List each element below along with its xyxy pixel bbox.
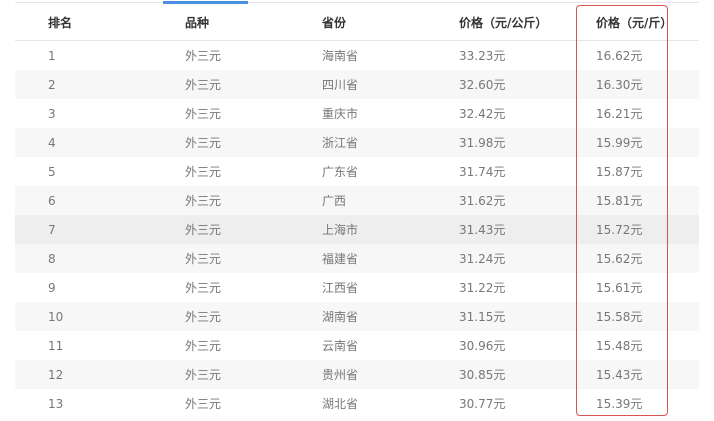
- cell-rank: 7: [15, 215, 152, 244]
- header-rank[interactable]: 排名: [15, 4, 152, 41]
- table-row[interactable]: 11 外三元 云南省 30.96元 15.48元: [15, 331, 699, 360]
- cell-variety: 外三元: [185, 281, 222, 295]
- cell-price-per-jin: 15.61元: [596, 281, 643, 295]
- cell-province: 广西: [289, 186, 426, 215]
- cell-price-per-kg: 31.62元: [426, 186, 563, 215]
- cell-price-per-jin: 16.62元: [596, 49, 643, 63]
- cell-price-per-jin: 15.62元: [563, 244, 699, 273]
- cell-rank: 12: [15, 360, 152, 389]
- cell-price-per-kg: 31.22元: [459, 281, 506, 295]
- cell-variety: 外三元: [152, 186, 289, 215]
- cell-variety: 外三元: [152, 128, 289, 157]
- table-row[interactable]: 3 外三元 重庆市 32.42元 16.21元: [15, 99, 699, 128]
- cell-rank: 10: [15, 302, 152, 331]
- cell-price-per-jin: 15.48元: [596, 339, 643, 353]
- cell-price-per-kg: 31.15元: [426, 302, 563, 331]
- cell-province: 湖南省: [289, 302, 426, 331]
- cell-variety: 外三元: [152, 360, 289, 389]
- header-price-per-jin[interactable]: 价格（元/斤）: [563, 4, 699, 41]
- header-province[interactable]: 省份: [289, 4, 426, 41]
- table-row[interactable]: 5 外三元 广东省 31.74元 15.87元: [15, 157, 699, 186]
- cell-price-per-jin: 15.43元: [563, 360, 699, 389]
- header-row: 排名 品种 省份 价格（元/公斤） 价格（元/斤）: [15, 4, 699, 41]
- cell-price-per-kg: 30.85元: [426, 360, 563, 389]
- cell-province: 湖北省: [322, 397, 359, 411]
- cell-variety: 外三元: [152, 302, 289, 331]
- cell-price-per-jin: 15.81元: [563, 186, 699, 215]
- cell-price-per-kg: 31.98元: [426, 128, 563, 157]
- table-row[interactable]: 8 外三元 福建省 31.24元 15.62元: [15, 244, 699, 273]
- cell-rank: 9: [48, 280, 56, 295]
- table-row[interactable]: 10 外三元 湖南省 31.15元 15.58元: [15, 302, 699, 331]
- cell-rank: 2: [15, 70, 152, 99]
- table-row[interactable]: 13 外三元 湖北省 30.77元 15.39元: [15, 389, 699, 418]
- table-row[interactable]: 9 外三元 江西省 31.22元 15.61元: [15, 273, 699, 302]
- table-row[interactable]: 2 外三元 四川省 32.60元 16.30元: [15, 70, 699, 99]
- cell-rank: 4: [15, 128, 152, 157]
- cell-price-per-jin: 15.72元: [563, 215, 699, 244]
- cell-province: 重庆市: [322, 107, 359, 121]
- cell-rank: 6: [15, 186, 152, 215]
- cell-province: 贵州省: [289, 360, 426, 389]
- cell-price-per-jin: 16.21元: [596, 107, 643, 121]
- table-row[interactable]: 12 外三元 贵州省 30.85元 15.43元: [15, 360, 699, 389]
- cell-variety: 外三元: [185, 397, 222, 411]
- price-ranking-panel: 排名 品种 省份 价格（元/公斤） 价格（元/斤） 1 外三元 海南省 33.23元 1…: [0, 0, 714, 421]
- cell-province: 江西省: [322, 281, 359, 295]
- cell-rank: 5: [48, 164, 56, 179]
- cell-rank: 8: [15, 244, 152, 273]
- cell-price-per-kg: 30.77元: [459, 397, 506, 411]
- table-body: 1 外三元 海南省 33.23元 16.62元 2 外三元 四川省 32.60元 16.30元 3 外…: [15, 41, 699, 419]
- cell-price-per-kg: 32.60元: [426, 70, 563, 99]
- cell-province: 云南省: [322, 339, 359, 353]
- cell-rank: 13: [48, 396, 64, 411]
- cell-price-per-jin: 16.30元: [563, 70, 699, 99]
- cell-variety: 外三元: [152, 70, 289, 99]
- cell-price-per-jin: 15.39元: [596, 397, 643, 411]
- cell-price-per-kg: 31.74元: [459, 165, 506, 179]
- cell-rank: 3: [48, 106, 56, 121]
- cell-variety: 外三元: [185, 49, 222, 63]
- cell-price-per-kg: 33.23元: [459, 49, 506, 63]
- cell-variety: 外三元: [185, 165, 222, 179]
- table-row[interactable]: 6 外三元 广西 31.62元 15.81元: [15, 186, 699, 215]
- table-row[interactable]: 4 外三元 浙江省 31.98元 15.99元: [15, 128, 699, 157]
- cell-province: 上海市: [289, 215, 426, 244]
- cell-province: 广东省: [322, 165, 359, 179]
- cell-province: 浙江省: [289, 128, 426, 157]
- cell-province: 四川省: [289, 70, 426, 99]
- top-divider: [15, 2, 699, 3]
- cell-price-per-jin: 15.99元: [563, 128, 699, 157]
- table-row[interactable]: 7 外三元 上海市 31.43元 15.72元: [15, 215, 699, 244]
- cell-province: 福建省: [289, 244, 426, 273]
- table-row[interactable]: 1 外三元 海南省 33.23元 16.62元: [15, 41, 699, 71]
- cell-price-per-jin: 15.58元: [563, 302, 699, 331]
- cell-rank: 11: [48, 338, 64, 353]
- table-header: 排名 品种 省份 价格（元/公斤） 价格（元/斤）: [15, 4, 699, 41]
- header-price-per-kg[interactable]: 价格（元/公斤）: [426, 4, 563, 41]
- cell-price-per-kg: 31.24元: [426, 244, 563, 273]
- cell-variety: 外三元: [185, 107, 222, 121]
- cell-variety: 外三元: [152, 215, 289, 244]
- cell-price-per-kg: 31.43元: [426, 215, 563, 244]
- cell-rank: 1: [48, 48, 56, 63]
- cell-price-per-kg: 30.96元: [459, 339, 506, 353]
- cell-price-per-kg: 32.42元: [459, 107, 506, 121]
- cell-price-per-jin: 15.87元: [596, 165, 643, 179]
- cell-variety: 外三元: [185, 339, 222, 353]
- cell-variety: 外三元: [152, 244, 289, 273]
- header-variety[interactable]: 品种: [152, 4, 289, 41]
- cell-province: 海南省: [322, 49, 359, 63]
- price-table: 排名 品种 省份 价格（元/公斤） 价格（元/斤） 1 外三元 海南省 33.23元 1…: [15, 4, 699, 418]
